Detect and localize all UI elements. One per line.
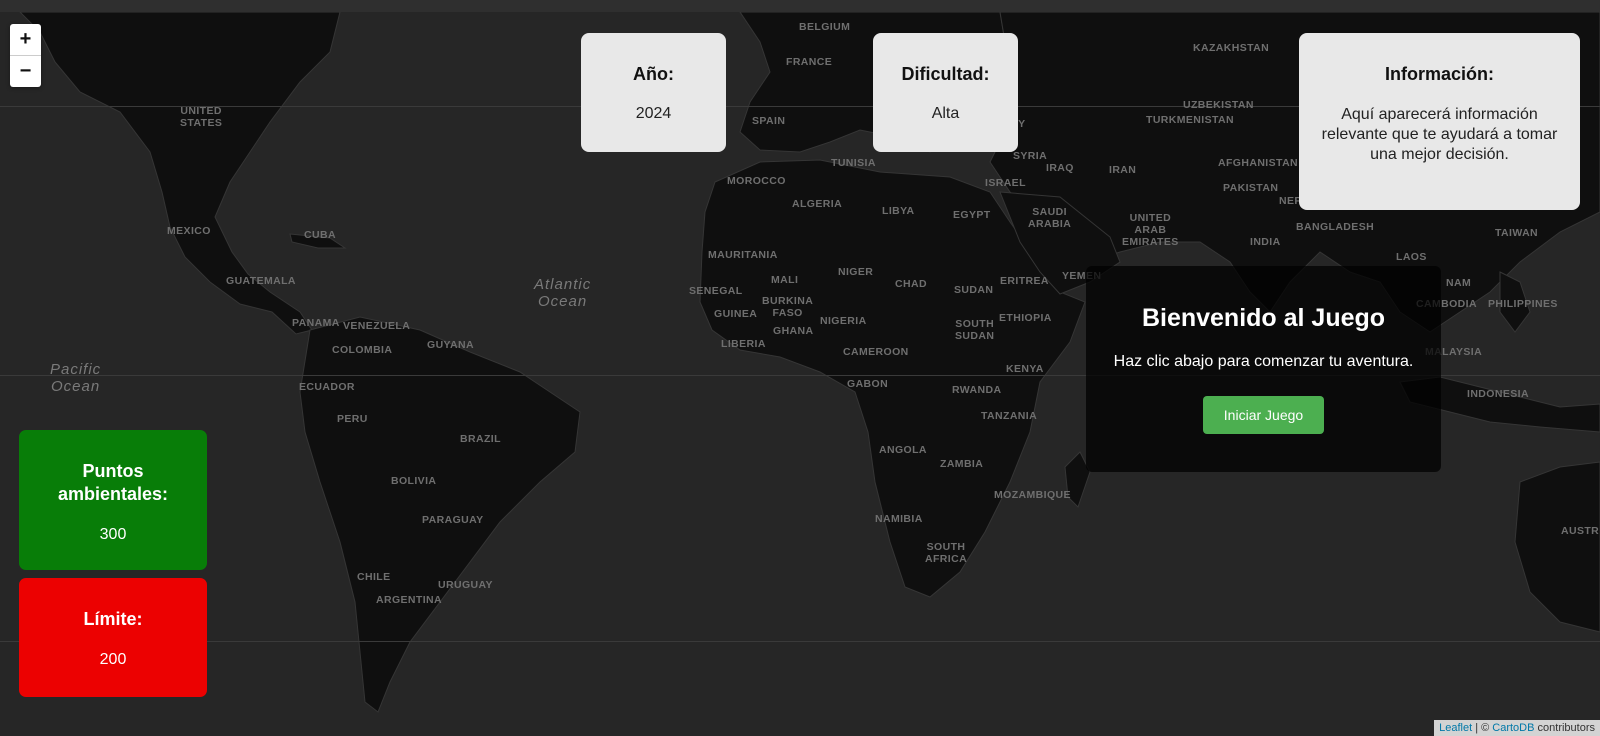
country-label-colombia: COLOMBIA xyxy=(332,344,393,356)
country-label-venezuela: VENEZUELA xyxy=(343,320,411,332)
attribution-text: contributors xyxy=(1534,722,1595,734)
welcome-panel: Bienvenido al Juego Haz clic abajo para … xyxy=(1086,266,1441,472)
limit-heading: Límite: xyxy=(83,609,143,629)
environmental-points-card: Puntos ambientales: 300 xyxy=(19,430,207,570)
info-text: Aquí aparecerá información relevante que… xyxy=(1321,106,1558,163)
country-label-niger: NIGER xyxy=(838,266,874,278)
country-label-peru: PERU xyxy=(337,413,368,425)
country-label-ecuador: ECUADOR xyxy=(299,381,355,393)
country-label-syria: SYRIA xyxy=(1013,150,1048,162)
country-label-morocco: MOROCCO xyxy=(727,175,786,187)
tile-seam xyxy=(0,641,1600,642)
country-label-eritrea: ERITREA xyxy=(1000,275,1049,287)
country-label-philippines: PHILIPPINES xyxy=(1488,298,1558,310)
year-value: 2024 xyxy=(635,105,672,122)
zoom-out-button[interactable]: − xyxy=(10,56,41,87)
country-label-sudan: SUDAN xyxy=(954,284,994,296)
ocean-label-atlantic: Atlantic Ocean xyxy=(534,276,592,310)
country-label-kenya: KENYA xyxy=(1006,363,1044,375)
country-label-belgium: BELGIUM xyxy=(799,21,851,33)
country-label-indonesia: INDONESIA xyxy=(1467,388,1529,400)
country-label-france: FRANCE xyxy=(786,56,833,68)
year-card: Año: 2024 xyxy=(581,33,726,152)
country-label-mozambique: MOZAMBIQUE xyxy=(994,489,1071,501)
country-label-uae: UNITED ARAB EMIRATES xyxy=(1122,212,1179,248)
country-label-guyana: GUYANA xyxy=(427,339,474,351)
country-label-senegal: SENEGAL xyxy=(689,285,743,297)
country-label-cameroon: CAMEROON xyxy=(843,346,909,358)
start-game-button[interactable]: Iniciar Juego xyxy=(1203,396,1324,434)
ocean-label-pacific: Pacific Ocean xyxy=(50,361,102,395)
country-label-tunisia: TUNISIA xyxy=(831,157,876,169)
country-label-bolivia: BOLIVIA xyxy=(391,475,437,487)
difficulty-card: Dificultad: Alta xyxy=(873,33,1018,152)
country-label-south-sudan: SOUTH SUDAN xyxy=(955,318,995,342)
info-card: Información: Aquí aparecerá información … xyxy=(1299,33,1580,210)
country-label-iran: IRAN xyxy=(1109,164,1137,176)
country-label-saudi-arabia: SAUDI ARABIA xyxy=(1028,206,1072,230)
country-label-angola: ANGOLA xyxy=(879,444,927,456)
country-label-uruguay: URUGUAY xyxy=(438,579,493,591)
country-label-ghana: GHANA xyxy=(773,325,814,337)
country-label-egypt: EGYPT xyxy=(953,209,991,221)
country-label-brazil: BRAZIL xyxy=(460,433,501,445)
country-label-turkmenistan: TURKMENISTAN xyxy=(1146,114,1235,126)
welcome-subtitle: Haz clic abajo para comenzar tu aventura… xyxy=(1113,353,1414,370)
limit-card: Límite: 200 xyxy=(19,578,207,697)
country-label-libya: LIBYA xyxy=(882,205,915,217)
zoom-in-button[interactable]: + xyxy=(10,24,41,56)
country-label-namibia: NAMIBIA xyxy=(875,513,923,525)
country-label-australia: AUSTR xyxy=(1561,525,1600,537)
landmass-australia xyxy=(1514,461,1600,633)
country-label-argentina: ARGENTINA xyxy=(376,594,443,606)
country-label-nigeria: NIGERIA xyxy=(820,315,867,327)
limit-value: 200 xyxy=(99,651,127,668)
country-label-ethiopia: ETHIOPIA xyxy=(999,312,1052,324)
country-label-bangladesh: BANGLADESH xyxy=(1296,221,1375,233)
country-label-mali: MALI xyxy=(771,274,799,286)
country-label-united-states: UNITED STATES xyxy=(180,105,223,129)
country-label-mauritania: MAURITANIA xyxy=(708,249,778,261)
cartodb-link[interactable]: CartoDB xyxy=(1492,722,1534,734)
environmental-points-heading: Puntos ambientales: xyxy=(57,461,169,504)
year-heading: Año: xyxy=(633,64,674,84)
leaflet-link[interactable]: Leaflet xyxy=(1439,722,1472,734)
country-label-afghanistan: AFGHANISTAN xyxy=(1218,157,1299,169)
country-label-chile: CHILE xyxy=(357,571,391,583)
welcome-title: Bienvenido al Juego xyxy=(1141,304,1386,332)
difficulty-value: Alta xyxy=(931,105,960,122)
country-label-india: INDIA xyxy=(1250,236,1281,248)
country-label-uzbekistan: UZBEKISTAN xyxy=(1183,99,1254,111)
info-heading: Información: xyxy=(1384,64,1494,84)
map-attribution: Leaflet | © CartoDB contributors xyxy=(1434,720,1600,736)
country-label-paraguay: PARAGUAY xyxy=(422,514,484,526)
country-label-mexico: MEXICO xyxy=(167,225,211,237)
country-label-south-africa: SOUTH AFRICA xyxy=(925,541,968,565)
environmental-points-value: 300 xyxy=(99,526,127,543)
country-label-taiwan: TAIWAN xyxy=(1495,227,1539,239)
country-label-tanzania: TANZANIA xyxy=(981,410,1038,422)
country-label-liberia: LIBERIA xyxy=(721,338,766,350)
country-label-gabon: GABON xyxy=(847,378,889,390)
country-label-cuba: CUBA xyxy=(304,229,336,241)
country-label-zambia: ZAMBIA xyxy=(940,458,984,470)
country-label-rwanda: RWANDA xyxy=(952,384,1002,396)
country-label-iraq: IRAQ xyxy=(1046,162,1074,174)
difficulty-heading: Dificultad: xyxy=(901,64,990,84)
country-label-panama: PANAMA xyxy=(292,317,340,329)
country-label-burkina-faso: BURKINA FASO xyxy=(762,295,814,319)
country-label-vietnam: NAM xyxy=(1446,277,1472,289)
country-label-pakistan: PAKISTAN xyxy=(1223,182,1279,194)
zoom-control: + − xyxy=(10,24,41,87)
country-label-israel: ISRAEL xyxy=(985,177,1026,189)
country-label-algeria: ALGERIA xyxy=(792,198,843,210)
top-strip xyxy=(0,0,1600,12)
country-label-laos: LAOS xyxy=(1396,251,1427,263)
country-label-kazakhstan: KAZAKHSTAN xyxy=(1193,42,1270,54)
attribution-separator: | © xyxy=(1472,722,1493,734)
country-label-chad: CHAD xyxy=(895,278,927,290)
country-label-guatemala: GUATEMALA xyxy=(226,275,296,287)
country-label-guinea: GUINEA xyxy=(714,308,758,320)
country-label-spain: SPAIN xyxy=(752,115,786,127)
